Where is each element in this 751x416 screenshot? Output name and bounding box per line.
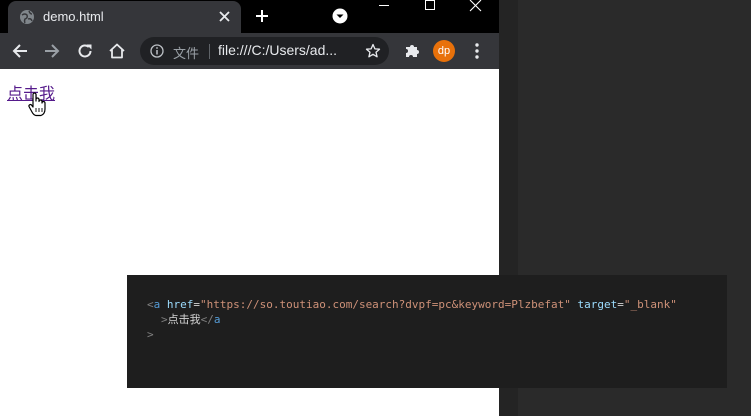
- maximize-icon[interactable]: [412, 0, 448, 14]
- tab-title: demo.html: [43, 9, 104, 24]
- close-tag-start: </: [200, 313, 214, 326]
- puzzle-icon[interactable]: [404, 42, 421, 59]
- reload-icon[interactable]: [76, 42, 94, 60]
- target-equals: =: [617, 298, 624, 311]
- close-icon[interactable]: [218, 10, 231, 23]
- omnibox-divider: [209, 44, 210, 59]
- code-tooltip: <a href="https://so.toutiao.com/search?d…: [127, 275, 727, 388]
- code-line-3: >: [147, 327, 154, 342]
- inner-text: 点击我: [167, 313, 201, 326]
- target-value: "_blank": [623, 298, 677, 311]
- avatar[interactable]: dp: [433, 40, 455, 62]
- close-open-bracket: >: [161, 313, 168, 326]
- tab-strip: demo.html: [0, 0, 499, 33]
- forward-arrow-icon[interactable]: [43, 42, 61, 60]
- close-tag-name: a: [213, 313, 221, 326]
- tab-demo[interactable]: demo.html: [8, 1, 241, 33]
- final-bracket: >: [147, 328, 154, 341]
- code-line-1: <a href="https://so.toutiao.com/search?d…: [147, 297, 677, 312]
- globe-icon: [20, 10, 34, 24]
- close-window-icon[interactable]: [458, 0, 494, 14]
- chevron-down-circle-icon[interactable]: [332, 8, 348, 24]
- star-icon[interactable]: [365, 43, 381, 59]
- href-attr: href: [166, 298, 194, 311]
- target-attr: target: [577, 298, 618, 311]
- scheme-label: 文件: [173, 47, 200, 62]
- plus-icon[interactable]: [255, 9, 269, 23]
- open-bracket: <: [147, 298, 154, 311]
- kebab-menu-icon[interactable]: [470, 42, 484, 60]
- code-line-2: >点击我</a: [161, 312, 221, 327]
- address-bar[interactable]: 文件 file:///C:/Users/ad...: [140, 37, 389, 65]
- href-equals: =: [193, 298, 200, 311]
- info-icon[interactable]: [150, 44, 164, 58]
- url-text[interactable]: file:///C:/Users/ad...: [218, 42, 354, 58]
- hand-pointer-icon: [28, 92, 46, 117]
- minimize-icon[interactable]: [366, 0, 402, 14]
- back-arrow-icon[interactable]: [11, 42, 29, 60]
- tag-name: a: [153, 298, 161, 311]
- home-icon[interactable]: [108, 42, 126, 60]
- href-value: "https://so.toutiao.com/search?dvpf=pc&k…: [200, 298, 571, 311]
- browser-toolbar: 文件 file:///C:/Users/ad... dp: [0, 33, 499, 69]
